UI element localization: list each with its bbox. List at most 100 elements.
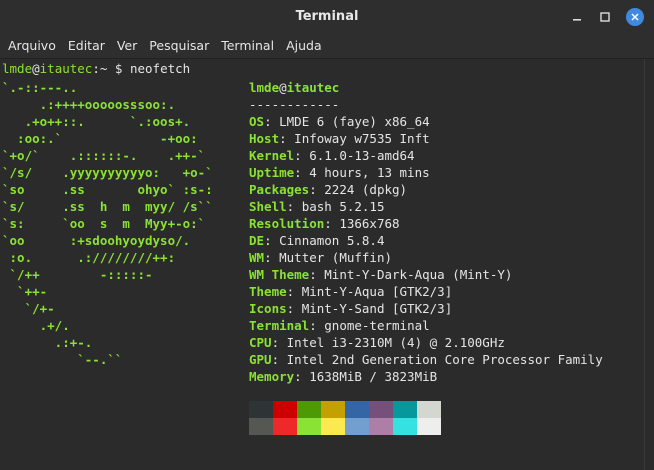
info-value: Intel i3-2310M (4) @ 2.100GHz xyxy=(286,335,505,350)
info-key: Resolution xyxy=(249,216,325,231)
info-value: Mutter (Muffin) xyxy=(279,250,393,265)
ascii-row: `oo :+sdoohyoydyso/. xyxy=(2,233,191,248)
info-underline: ------------ xyxy=(249,97,340,112)
info-row-resolution: Resolution: 1366x768 xyxy=(249,216,400,231)
ascii-row: `/s/ .yyyyyyyyyyo: +o-` xyxy=(2,165,213,180)
info-key: Terminal xyxy=(249,318,310,333)
close-icon xyxy=(631,13,639,21)
menu-editar[interactable]: Editar xyxy=(62,34,111,58)
info-row-terminal: Terminal: gnome-terminal xyxy=(249,318,430,333)
terminal-scrollbar[interactable] xyxy=(644,59,654,470)
info-row-os: OS: LMDE 6 (faye) x86_64 xyxy=(249,114,430,129)
ascii-row: `/++ -:::::- xyxy=(2,267,153,282)
color-swatch xyxy=(393,401,417,418)
color-swatch xyxy=(393,418,417,435)
close-button[interactable] xyxy=(622,0,648,34)
menu-terminal[interactable]: Terminal xyxy=(215,34,280,58)
color-swatch xyxy=(417,401,441,418)
info-key: DE xyxy=(249,233,265,248)
info-key: Uptime xyxy=(249,165,295,180)
prompt-command: neofetch xyxy=(129,61,191,76)
info-value: gnome-terminal xyxy=(324,318,430,333)
info-value: bash 5.2.15 xyxy=(301,199,385,214)
info-value: Cinnamon 5.8.4 xyxy=(279,233,385,248)
title-bar[interactable]: Terminal xyxy=(0,0,654,34)
prompt-sep: :~ xyxy=(92,61,108,76)
color-palette xyxy=(249,401,441,435)
palette-row-normal xyxy=(249,401,441,418)
info-at: @ xyxy=(279,80,287,95)
ascii-row: .+/. xyxy=(2,318,70,333)
info-key: Shell xyxy=(249,199,287,214)
info-row-de: DE: Cinnamon 5.8.4 xyxy=(249,233,385,248)
color-swatch xyxy=(345,418,369,435)
ascii-row: .:+-. xyxy=(2,335,93,350)
menu-ver[interactable]: Ver xyxy=(111,34,143,58)
menu-bar: Arquivo Editar Ver Pesquisar Terminal Aj… xyxy=(0,34,654,59)
info-row-kernel: Kernel: 6.1.0-13-amd64 xyxy=(249,148,415,163)
color-swatch xyxy=(345,401,369,418)
color-swatch xyxy=(273,418,297,435)
color-swatch xyxy=(321,418,345,435)
info-key: Host xyxy=(249,131,280,146)
ascii-row: `--.`` xyxy=(2,352,123,367)
info-row-wm-theme: WM Theme: Mint-Y-Dark-Aqua (Mint-Y) xyxy=(249,267,513,282)
info-key: WM Theme xyxy=(249,267,310,282)
info-key: Theme xyxy=(249,284,287,299)
color-swatch xyxy=(297,418,321,435)
color-swatch xyxy=(273,401,297,418)
info-row-cpu: CPU: Intel i3-2310M (4) @ 2.100GHz xyxy=(249,335,505,350)
info-value: 1638MiB / 3823MiB xyxy=(309,369,438,384)
ascii-row: .+o++::. `.:oos+. xyxy=(2,114,191,129)
minimize-button[interactable] xyxy=(564,0,590,34)
info-key: Memory xyxy=(249,369,295,384)
prompt-user: lmde xyxy=(2,61,33,76)
color-swatch xyxy=(249,401,273,418)
info-key: CPU xyxy=(249,335,272,350)
ascii-row: `s: `oo s m Myy+-o:` xyxy=(2,216,206,231)
color-swatch xyxy=(417,418,441,435)
terminal-window: Terminal Arquivo Editar Ver Pesquisar Te… xyxy=(0,0,654,470)
menu-arquivo[interactable]: Arquivo xyxy=(2,34,62,58)
ascii-row: :oo:.` -+oo: xyxy=(2,131,198,146)
info-header: lmde@itautec xyxy=(249,79,603,96)
menu-pesquisar[interactable]: Pesquisar xyxy=(143,34,215,58)
info-value: 2224 (dpkg) xyxy=(324,182,408,197)
ascii-row: `so .ss ohyo` :s-: xyxy=(2,182,213,197)
info-row-gpu: GPU: Intel 2nd Generation Core Processor… xyxy=(249,352,603,367)
info-value: 4 hours, 13 mins xyxy=(309,165,430,180)
ascii-row: `++- xyxy=(2,284,48,299)
info-key: OS xyxy=(249,114,265,129)
info-value: Intel 2nd Generation Core Processor Fami… xyxy=(286,352,603,367)
close-button-circle xyxy=(626,8,644,26)
info-value: 1366x768 xyxy=(339,216,400,231)
ascii-row: :o. .:////////++: xyxy=(2,250,176,265)
window-title: Terminal xyxy=(295,9,359,24)
info-value: Infoway w7535 Inft xyxy=(294,131,430,146)
minimize-icon xyxy=(573,19,581,21)
info-user: lmde xyxy=(249,80,280,95)
info-key: Packages xyxy=(249,182,310,197)
info-value: LMDE 6 (faye) x86_64 xyxy=(279,114,430,129)
maximize-button[interactable] xyxy=(592,0,618,34)
info-row-theme: Theme: Mint-Y-Aqua [GTK2/3] xyxy=(249,284,453,299)
info-row-packages: Packages: 2224 (dpkg) xyxy=(249,182,408,197)
info-row-shell: Shell: bash 5.2.15 xyxy=(249,199,385,214)
prompt-at: @ xyxy=(32,61,40,76)
maximize-icon xyxy=(600,12,610,22)
menu-ajuda[interactable]: Ajuda xyxy=(280,34,328,58)
color-swatch xyxy=(369,401,393,418)
color-swatch xyxy=(297,401,321,418)
info-value: Mint-Y-Dark-Aqua (Mint-Y) xyxy=(324,267,513,282)
terminal-output[interactable]: lmde@itautec:~ $ neofetch `.-::---.. .:+… xyxy=(0,59,645,470)
color-swatch xyxy=(321,401,345,418)
info-value: Mint-Y-Sand [GTK2/3] xyxy=(301,301,453,316)
info-row-wm: WM: Mutter (Muffin) xyxy=(249,250,393,265)
prompt-symbol: $ xyxy=(114,61,123,76)
ascii-row: `+o/` .::::::-. .++-` xyxy=(2,148,206,163)
prompt-line: lmde@itautec:~ $ neofetch xyxy=(2,60,190,77)
info-row-host: Host: Infoway w7535 Inft xyxy=(249,131,430,146)
ascii-row: `/+- xyxy=(2,301,55,316)
info-key: GPU xyxy=(249,352,272,367)
info-host: itautec xyxy=(286,80,340,95)
